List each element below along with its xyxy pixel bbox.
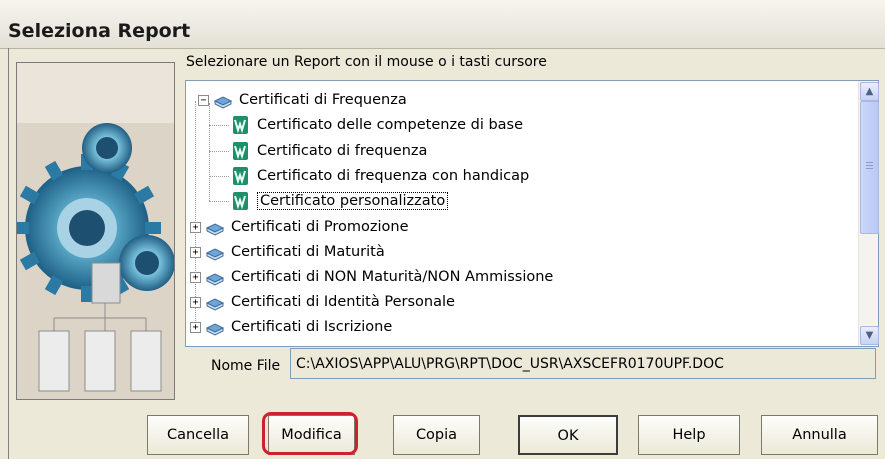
- expand-icon[interactable]: +: [190, 246, 201, 258]
- tree-group-iscrizione[interactable]: + Certificati di Iscrizione: [190, 315, 392, 339]
- collapse-icon[interactable]: −: [198, 94, 209, 106]
- report-tree[interactable]: − Certificati di Frequenza Certificato d…: [185, 80, 879, 347]
- book-stack-icon: [205, 248, 225, 261]
- tree-group-maturita[interactable]: + Certificati di Maturità: [190, 240, 385, 264]
- tree-group-identita[interactable]: + Certificati di Identità Personale: [190, 290, 455, 314]
- expand-icon[interactable]: +: [190, 271, 201, 283]
- tree-group-frequenza[interactable]: − Certificati di Frequenza: [198, 88, 407, 112]
- grip-line: [866, 162, 873, 163]
- annotation-highlight: [262, 412, 358, 455]
- tree-item-label: Certificato di frequenza: [257, 143, 428, 159]
- expand-icon[interactable]: +: [190, 221, 201, 233]
- book-stack-icon: [205, 323, 225, 336]
- tree-connector: [209, 125, 229, 126]
- help-button[interactable]: Help: [638, 415, 740, 455]
- tree-scrollbar[interactable]: ▲ ▼: [858, 81, 879, 346]
- expand-icon[interactable]: +: [190, 321, 201, 333]
- copia-button[interactable]: Copia: [393, 415, 480, 455]
- file-name-label: Nome File: [211, 358, 281, 374]
- scroll-thumb[interactable]: [860, 101, 879, 234]
- tree-group-label: Certificati di Maturità: [231, 244, 385, 260]
- tree-group-label: Certificati di NON Maturità/NON Ammissio…: [231, 269, 554, 285]
- grip-line: [866, 165, 873, 166]
- book-stack-icon: [205, 298, 225, 311]
- instruction-text: Selezionare un Report con il mouse o i t…: [186, 54, 547, 70]
- word-document-icon: [233, 192, 248, 210]
- grip-line: [866, 168, 873, 169]
- tree-connector: [209, 201, 229, 202]
- tree-item-label: Certificato di frequenza con handicap: [257, 168, 530, 184]
- tree-item-handicap[interactable]: Certificato di frequenza con handicap: [230, 164, 529, 188]
- tree-connector: [209, 176, 229, 177]
- file-name-field[interactable]: C:\AXIOS\APP\ALU\PRG\RPT\DOC_USR\AXSCEFR…: [290, 348, 876, 379]
- tree-group-label: Certificati di Iscrizione: [231, 319, 393, 335]
- tree-group-label: Certificati di Identità Personale: [231, 294, 455, 310]
- tree-group-non-maturita[interactable]: + Certificati di NON Maturità/NON Ammiss…: [190, 265, 553, 289]
- book-stack-icon: [205, 223, 225, 236]
- book-stack-icon: [213, 96, 233, 109]
- expand-icon[interactable]: +: [190, 296, 201, 308]
- cancella-button[interactable]: Cancella: [147, 415, 249, 455]
- tree-group-label: Certificati di Promozione: [231, 219, 409, 235]
- tree-item-competenze[interactable]: Certificato delle competenze di base: [230, 113, 523, 137]
- tree-item-label: Certificato delle competenze di base: [257, 117, 524, 133]
- word-document-icon: [233, 116, 248, 134]
- word-document-icon: [233, 167, 248, 185]
- gears-illustration: [16, 62, 175, 400]
- tree-group-label: Certificati di Frequenza: [239, 92, 407, 108]
- tree-connector: [209, 103, 210, 201]
- scroll-down-icon[interactable]: ▼: [860, 326, 879, 345]
- tree-item-frequenza[interactable]: Certificato di frequenza: [230, 139, 427, 163]
- book-stack-icon: [205, 273, 225, 286]
- tree-item-label-selected: Certificato personalizzato: [257, 192, 449, 210]
- dialog-titlebar: Seleziona Report: [0, 0, 885, 49]
- word-document-icon: [233, 142, 248, 160]
- tree-group-promozione[interactable]: + Certificati di Promozione: [190, 215, 409, 239]
- annulla-button[interactable]: Annulla: [761, 415, 878, 455]
- dialog-title: Seleziona Report: [8, 20, 191, 42]
- tree-item-personalizzato[interactable]: Certificato personalizzato: [230, 189, 449, 213]
- scroll-up-icon[interactable]: ▲: [860, 82, 879, 101]
- tree-connector: [209, 151, 229, 152]
- ok-button[interactable]: OK: [518, 415, 618, 455]
